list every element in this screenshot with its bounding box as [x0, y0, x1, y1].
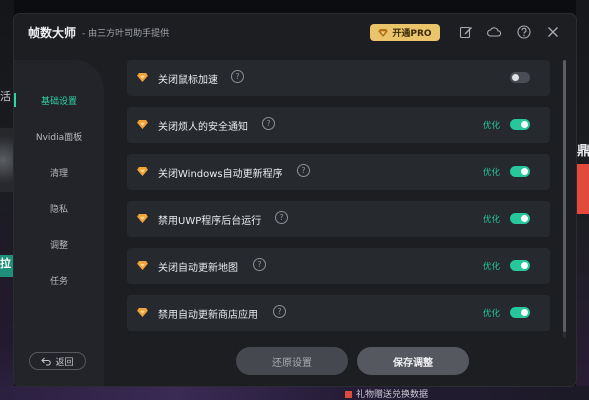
diamond-icon	[137, 308, 148, 317]
upgrade-pro-label: 开通PRO	[392, 29, 432, 39]
close-icon[interactable]	[545, 24, 561, 40]
diamond-icon	[137, 167, 148, 176]
app-title: 帧数大师	[28, 26, 77, 40]
setting-row-mouse-acceleration: 关闭鼠标加速 ?	[127, 60, 550, 96]
setting-toggle[interactable]	[510, 72, 530, 83]
help-icon[interactable]: ?	[231, 70, 244, 83]
setting-row-security-notifications: 关闭烦人的安全通知 ? 优化	[127, 107, 550, 143]
help-icon[interactable]: ?	[253, 258, 266, 271]
setting-label: 禁用自动更新商店应用	[158, 310, 258, 321]
sidebar-item-label: 基础设置	[40, 96, 77, 107]
background-glyph: 活	[0, 90, 11, 103]
setting-row-uwp-background: 禁用UWP程序后台运行 ? 优化	[127, 201, 550, 237]
optimized-label: 优化	[483, 262, 501, 272]
sidebar-item-label: 调整	[49, 240, 68, 251]
sidebar-item-clean[interactable]: 清理	[14, 158, 104, 186]
background-app-right: 鼎	[576, 0, 589, 400]
sidebar: 基础设置 Nvidia面板 清理 隐私 调整 任务 返回	[14, 60, 104, 386]
setting-label: 禁用UWP程序后台运行	[158, 216, 262, 227]
setting-toggle[interactable]	[510, 119, 530, 130]
optimized-label: 优化	[483, 168, 501, 178]
diamond-icon	[137, 120, 148, 129]
save-adjustments-button[interactable]: 保存调整	[357, 347, 469, 375]
help-icon[interactable]: ?	[297, 164, 310, 177]
sidebar-item-label: Nvidia面板	[35, 132, 83, 143]
setting-toggle[interactable]	[510, 260, 530, 271]
background-caption-text: 礼物赠送兑换数据	[356, 390, 429, 400]
sidebar-item-label: 清理	[49, 168, 68, 179]
help-icon[interactable]: ?	[262, 117, 275, 130]
background-glyph: 鼎	[577, 144, 589, 159]
setting-label: 关闭Windows自动更新程序	[158, 169, 283, 180]
cloud-icon[interactable]	[486, 24, 502, 40]
reset-settings-label: 还原设置	[272, 357, 312, 369]
setting-toggle[interactable]	[510, 166, 530, 177]
setting-label: 关闭烦人的安全通知	[158, 122, 248, 133]
app-subtitle: - 由三方叶司助手提供	[82, 29, 170, 39]
upgrade-pro-button[interactable]: 开通PRO	[370, 24, 440, 41]
back-button-label: 返回	[55, 357, 74, 368]
scrollbar-track[interactable]	[563, 60, 566, 338]
setting-row-windows-update: 关闭Windows自动更新程序 ? 优化	[127, 154, 550, 190]
sidebar-item-privacy[interactable]: 隐私	[14, 194, 104, 222]
diamond-icon	[137, 261, 148, 270]
scrollbar-thumb[interactable]	[563, 60, 566, 332]
edit-icon[interactable]	[458, 24, 474, 40]
sidebar-item-tasks[interactable]: 任务	[14, 266, 104, 294]
optimized-label: 优化	[483, 215, 501, 225]
sidebar-item-label: 隐私	[49, 204, 68, 215]
background-image	[0, 128, 14, 192]
settings-list: 关闭鼠标加速 ? 关闭烦人的安全通知 ? 优化 关闭Windows自动更新程序 …	[127, 60, 550, 342]
help-icon[interactable]: ?	[275, 211, 288, 224]
sidebar-item-nvidia-panel[interactable]: Nvidia面板	[14, 122, 104, 150]
diamond-icon	[378, 28, 389, 37]
back-button[interactable]: 返回	[29, 352, 86, 370]
red-square-icon	[345, 391, 352, 398]
setting-label: 关闭自动更新地图	[158, 263, 238, 274]
sidebar-item-basic-settings[interactable]: 基础设置	[14, 86, 104, 114]
setting-label: 关闭鼠标加速	[158, 75, 218, 86]
background-app-bottom: 礼物赠送兑换数据	[0, 386, 589, 400]
help-icon[interactable]: ?	[273, 305, 286, 318]
help-icon[interactable]	[516, 24, 532, 40]
optimized-label: 优化	[483, 121, 501, 131]
sidebar-item-adjust[interactable]: 调整	[14, 230, 104, 258]
settings-dialog: 帧数大师 - 由三方叶司助手提供 开通PRO 基础设置 Nvidia面板 清理 …	[14, 14, 576, 386]
optimized-label: 优化	[483, 309, 501, 319]
return-arrow-icon	[41, 357, 52, 365]
reset-settings-button[interactable]: 还原设置	[236, 347, 348, 375]
setting-row-store-app-updates: 禁用自动更新商店应用 ? 优化	[127, 295, 550, 331]
background-badge: 拉	[0, 255, 14, 277]
setting-row-map-updates: 关闭自动更新地图 ? 优化	[127, 248, 550, 284]
setting-toggle[interactable]	[510, 213, 530, 224]
background-app-left: 活 拉	[0, 0, 14, 400]
diamond-icon	[137, 73, 148, 82]
titlebar: 帧数大师 - 由三方叶司助手提供 开通PRO	[14, 14, 576, 54]
sidebar-item-label: 任务	[49, 276, 68, 287]
background-caption: 礼物赠送兑换数据	[345, 387, 428, 400]
background-image	[576, 164, 589, 214]
diamond-icon	[137, 214, 148, 223]
save-adjustments-label: 保存调整	[393, 357, 433, 369]
setting-toggle[interactable]	[510, 307, 530, 318]
